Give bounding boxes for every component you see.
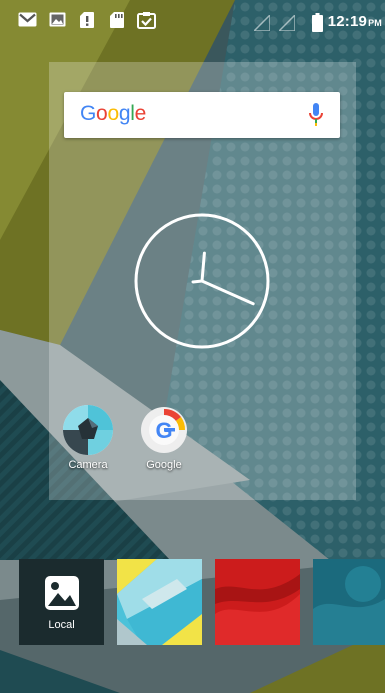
google-app-icon: G <box>141 407 187 453</box>
wallpaper-picker-strip: Local <box>0 557 385 649</box>
analog-clock-widget[interactable] <box>133 212 271 350</box>
camera-aperture-icon <box>63 405 113 455</box>
gallery-icon <box>45 576 79 610</box>
google-app-label: Google <box>146 459 182 471</box>
gallery-icon <box>49 12 66 32</box>
teal-wallpaper-thumb[interactable] <box>313 559 385 645</box>
google-logo-letter: g <box>118 102 131 125</box>
battery-icon <box>312 13 323 37</box>
geometric-wallpaper <box>117 559 202 645</box>
google-logo-letter: G <box>80 102 97 125</box>
google-logo-letter: o <box>96 102 108 125</box>
gmail-icon <box>18 12 37 32</box>
red-wallpaper <box>215 559 300 645</box>
local-gallery-tile[interactable]: Local <box>19 559 104 645</box>
google-logo-letter: e <box>134 102 147 125</box>
geometric-wallpaper-thumb[interactable] <box>117 559 202 645</box>
mic-icon[interactable] <box>309 103 323 132</box>
red-wallpaper-thumb[interactable] <box>215 559 300 645</box>
status-bar: 12:19PM <box>0 0 385 40</box>
signal-icon <box>252 13 271 36</box>
camera-app-label: Camera <box>68 459 108 471</box>
camera-app[interactable]: Camera <box>48 404 128 471</box>
clock-hand-tail <box>191 279 204 284</box>
status-time: 12:19PM <box>327 13 382 30</box>
clock-minute-hand <box>200 279 255 306</box>
clock-hour-hand <box>200 251 206 283</box>
local-label: Local <box>48 619 75 631</box>
google-logo-letter: o <box>107 102 119 125</box>
clipboard-check-icon <box>137 12 156 34</box>
alert-icon <box>80 12 94 33</box>
google-search-bar[interactable]: Google <box>64 92 340 138</box>
google-app[interactable]: G Google <box>124 404 204 471</box>
google-logo: Google <box>80 102 146 126</box>
sd-card-icon <box>110 12 124 33</box>
signal-icon <box>277 13 296 36</box>
teal-wallpaper <box>313 559 385 645</box>
